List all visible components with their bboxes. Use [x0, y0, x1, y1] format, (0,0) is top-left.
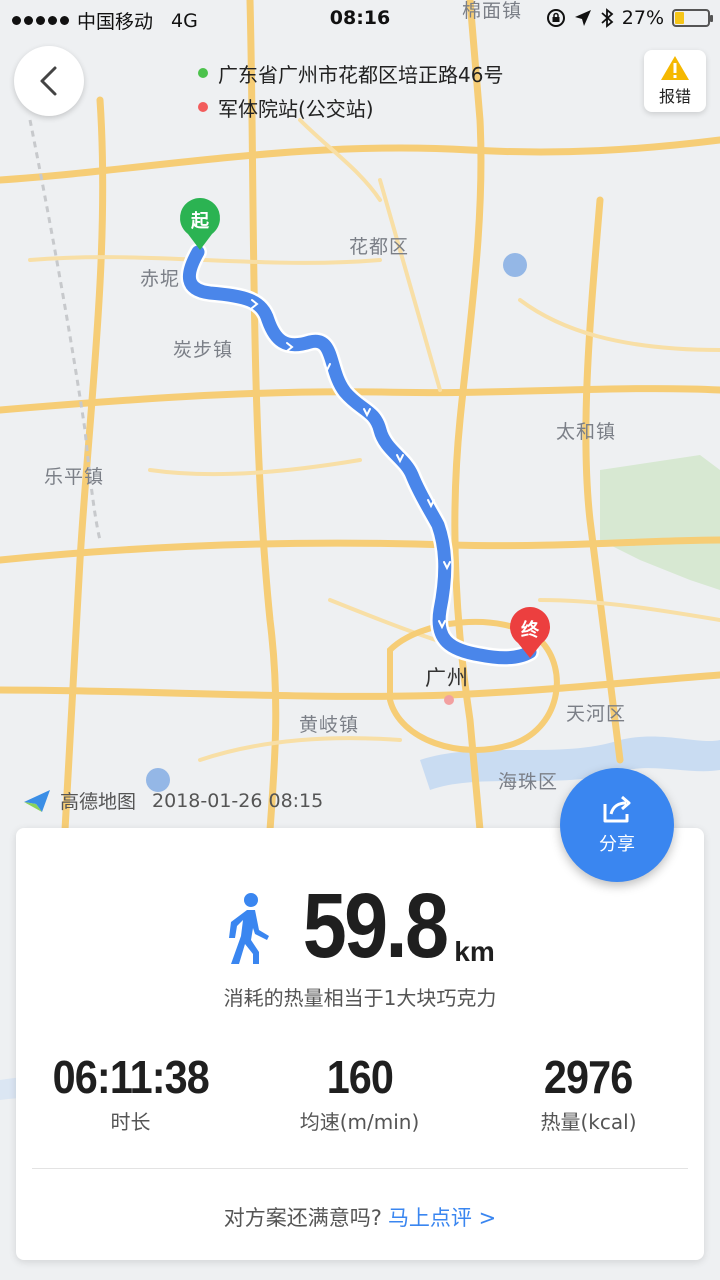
stat-duration: 06:11:38 时长 [16, 1050, 245, 1135]
share-label: 分享 [599, 834, 635, 855]
status-time: 08:16 [329, 7, 391, 29]
stat-label: 热量(kcal) [540, 1110, 637, 1134]
watermark-timestamp: 2018-01-26 08:15 [152, 789, 324, 812]
map-label: 海珠区 [498, 771, 559, 793]
location-arrow-icon [574, 10, 591, 26]
stat-label: 均速(m/min) [299, 1110, 420, 1134]
stat-value: 2976 [544, 1051, 633, 1103]
share-icon [603, 795, 631, 823]
start-address: 广东省广州市花都区培正路46号 [218, 62, 504, 87]
map-label: 广州 [425, 666, 469, 690]
distance-value: 59.8 [302, 875, 449, 977]
walking-icon [229, 893, 270, 964]
end-marker-label: 终 [521, 619, 540, 641]
chevron-left-icon [40, 66, 57, 96]
share-button[interactable]: 分享 [560, 768, 674, 882]
stat-label: 时长 [110, 1110, 151, 1134]
map-watermark: 高德地图 2018-01-26 08:15 [22, 787, 323, 814]
start-marker-label: 起 [190, 210, 210, 232]
distance-unit: km [454, 936, 495, 967]
trip-stats: 06:11:38 时长 160 均速(m/min) 2976 热量(kcal) [16, 1050, 704, 1135]
map-label: 太和镇 [556, 421, 617, 443]
divider [32, 1168, 688, 1169]
status-bar: 中国移动 4G 08:16 27% [0, 0, 720, 38]
bluetooth-icon [601, 8, 614, 28]
back-button[interactable] [14, 46, 84, 116]
stat-avg-speed: 160 均速(m/min) [245, 1050, 474, 1135]
end-address: 军体院站(公交站) [218, 96, 374, 121]
report-error-button[interactable]: 报错 [644, 50, 706, 112]
start-dot-icon [198, 68, 208, 78]
watermark-brand: 高德地图 [60, 791, 137, 813]
map-label: 花都区 [349, 236, 410, 258]
distance-display: 59.8 km [16, 880, 704, 972]
map-label: 黄岐镇 [299, 714, 360, 736]
stat-value: 160 [326, 1051, 393, 1103]
map-label: 乐平镇 [44, 466, 105, 488]
feedback-question: 对方案还满意吗? [223, 1206, 382, 1230]
map-label: 炭步镇 [173, 339, 234, 361]
trip-summary-card: 59.8 km 消耗的热量相当于1大块巧克力 06:11:38 时长 160 均… [16, 828, 704, 1260]
battery-percent: 27% [621, 7, 664, 29]
stat-value: 06:11:38 [52, 1051, 209, 1103]
battery-icon [672, 9, 713, 27]
amap-logo-icon [24, 789, 50, 812]
route-summary: 广东省广州市花都区培正路46号 军体院站(公交站) [198, 56, 503, 124]
feedback-prompt: 对方案还满意吗? 马上点评 > [16, 1202, 704, 1232]
map-label: 天河区 [566, 703, 627, 725]
rate-now-link[interactable]: 马上点评 > [388, 1206, 496, 1230]
calorie-note: 消耗的热量相当于1大块巧克力 [223, 986, 497, 1010]
rotation-lock-icon [546, 9, 565, 27]
map-label: 赤坭 [140, 268, 181, 290]
warning-icon [661, 56, 689, 80]
report-label: 报错 [658, 87, 691, 106]
stat-calories: 2976 热量(kcal) [474, 1050, 703, 1135]
end-dot-icon [198, 102, 208, 112]
